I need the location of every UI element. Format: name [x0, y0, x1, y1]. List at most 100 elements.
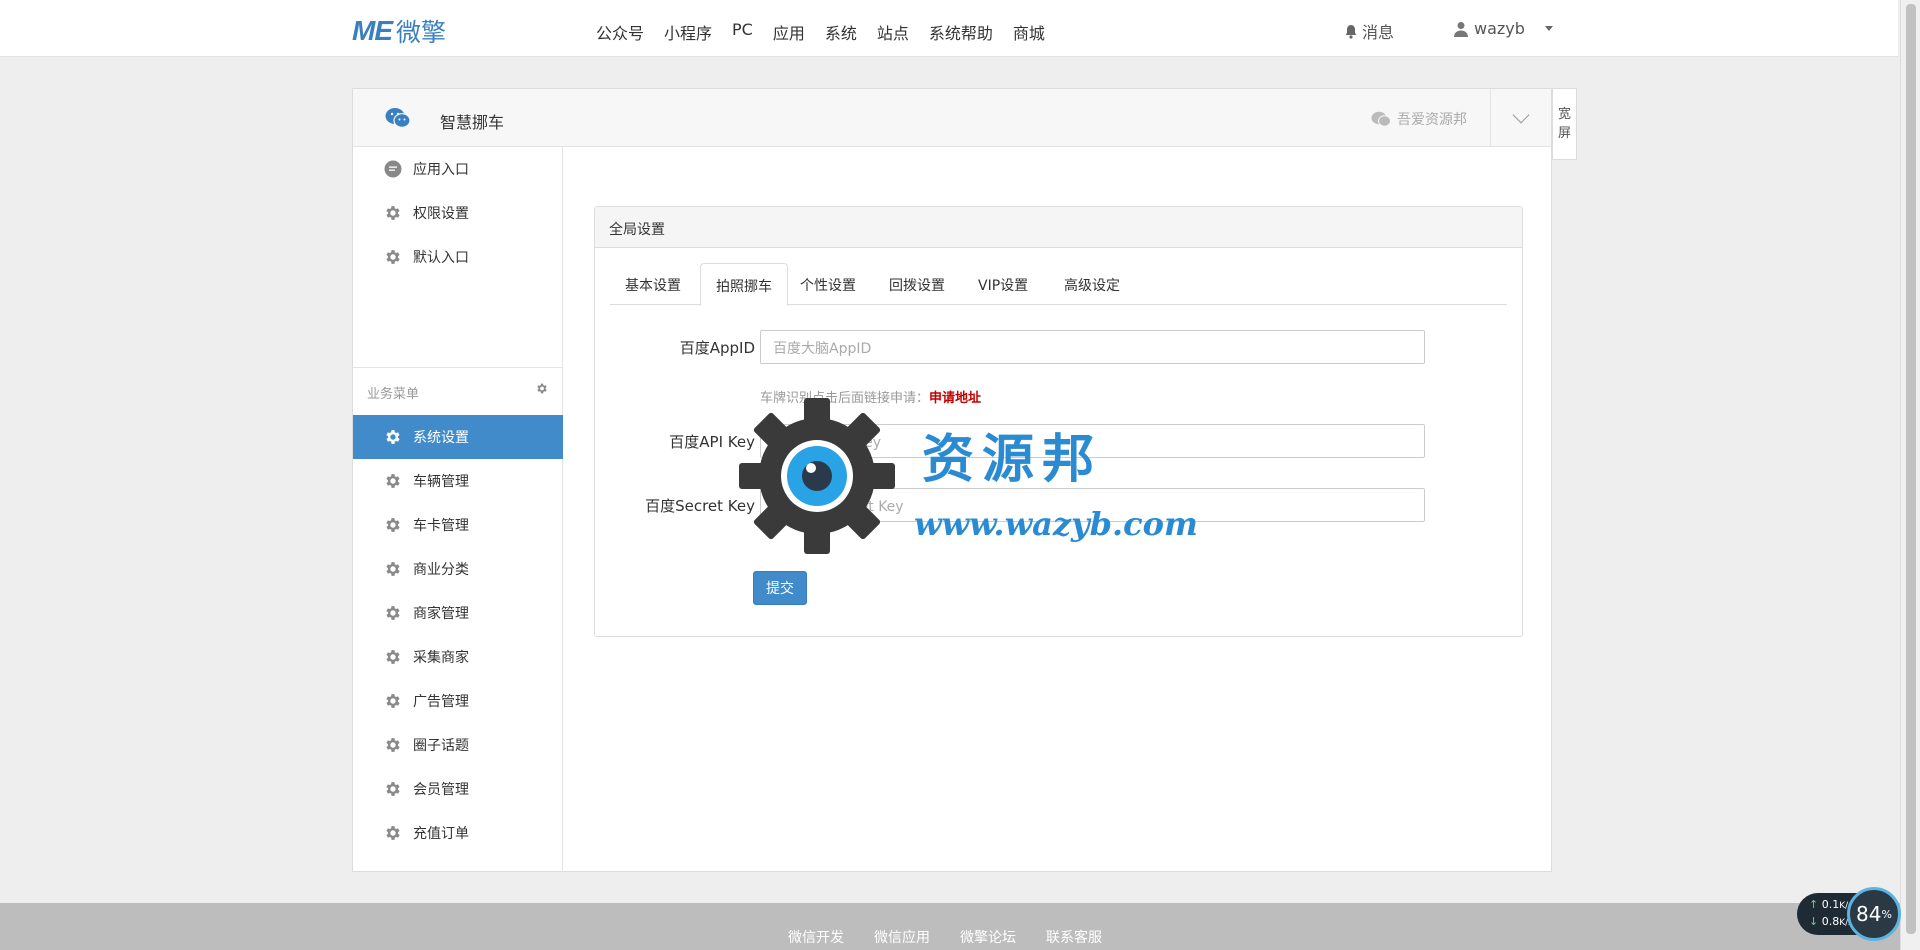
- watermark-title: 资源邦: [922, 429, 1103, 490]
- scrollbar-thumb[interactable]: [1906, 4, 1916, 934]
- sidebar-item-label: 广告管理: [413, 694, 469, 710]
- sidebar-item-default-entry[interactable]: 默认入口: [353, 235, 563, 279]
- gear-icon: [383, 603, 403, 623]
- appid-label: 百度AppID: [679, 339, 755, 357]
- gear-icon: [383, 647, 403, 667]
- sidebar-item-label: 系统设置: [413, 430, 469, 446]
- gear-icon: [383, 515, 403, 535]
- wechat-account-icon: [1371, 111, 1391, 127]
- page-scrollbar[interactable]: [1900, 0, 1920, 950]
- account-switcher[interactable]: 吾爱资源邦: [1371, 109, 1467, 129]
- footer-links: 微信开发 微信应用 微擎论坛 联系客服: [788, 927, 1102, 947]
- chevron-down-icon: [1544, 26, 1553, 31]
- sidebar-divider: [353, 367, 563, 368]
- messages-label: 消息: [1362, 23, 1395, 42]
- menu-item-apps[interactable]: 应用: [773, 20, 805, 44]
- sidebar-item-ads[interactable]: 广告管理: [353, 679, 563, 723]
- upload-speed: ↑ 0.1K/s: [1809, 898, 1853, 911]
- footer-link-dev[interactable]: 微信开发: [788, 927, 844, 947]
- sidebar-item-label: 默认入口: [413, 250, 469, 266]
- footer-link-apps[interactable]: 微信应用: [874, 927, 930, 947]
- sidebar-group-title: 业务菜单: [367, 387, 420, 402]
- sidebar-item-label: 充值订单: [413, 826, 469, 842]
- chevron-down-icon: [1512, 106, 1530, 124]
- menu-item-pc[interactable]: PC: [732, 20, 753, 44]
- bell-icon: [1345, 24, 1357, 39]
- sidebar-item-label: 圈子话题: [413, 738, 469, 754]
- sidebar-item-recharge-orders[interactable]: 充值订单: [353, 811, 563, 855]
- sidebar-item-label: 商业分类: [413, 562, 469, 578]
- sidebar-item-topics[interactable]: 圈子话题: [353, 723, 563, 767]
- sidebar-item-cards[interactable]: 车卡管理: [353, 503, 563, 547]
- api-key-label: 百度API Key: [669, 433, 755, 451]
- gear-icon: [383, 247, 403, 267]
- sidebar-item-app-entry[interactable]: 应用入口: [353, 147, 563, 191]
- sidebar-item-label: 车辆管理: [413, 474, 469, 490]
- wide-screen-label-2: 屏: [1557, 126, 1571, 141]
- submit-button[interactable]: 提交: [753, 571, 807, 605]
- gear-icon: [383, 471, 403, 491]
- top-navbar: ME 微擎 公众号 小程序 PC 应用 系统 站点 系统帮助 商城 消息 waz…: [0, 0, 1898, 57]
- logo-text: 微擎: [396, 18, 447, 47]
- footer-link-forum[interactable]: 微擎论坛: [960, 927, 1016, 947]
- wide-screen-button[interactable]: 宽 屏: [1552, 88, 1577, 160]
- settings-tabs: 基本设置 拍照挪车 个性设置 回拨设置 VIP设置 高级设定: [610, 263, 1507, 306]
- sidebar-item-categories[interactable]: 商业分类: [353, 547, 563, 591]
- chat-bubble-icon: [383, 159, 403, 179]
- menu-item-official-account[interactable]: 公众号: [596, 20, 644, 44]
- tab-vip[interactable]: VIP设置: [963, 263, 1043, 305]
- secret-key-label: 百度Secret Key: [645, 497, 755, 515]
- gear-icon: [383, 735, 403, 755]
- messages-link[interactable]: 消息: [1344, 19, 1394, 43]
- wide-screen-label-1: 宽: [1557, 107, 1571, 122]
- sidebar-item-collect-merchants[interactable]: 采集商家: [353, 635, 563, 679]
- gear-icon: [383, 559, 403, 579]
- logo-mark: ME: [352, 15, 393, 46]
- menu-item-system[interactable]: 系统: [825, 20, 857, 44]
- gear-icon: [383, 779, 403, 799]
- card-title: 全局设置: [595, 207, 1522, 248]
- gear-icon: [383, 691, 403, 711]
- sidebar-item-vehicles[interactable]: 车辆管理: [353, 459, 563, 503]
- sidebar-item-merchants[interactable]: 商家管理: [353, 591, 563, 635]
- apply-link[interactable]: 申请地址: [929, 391, 981, 406]
- usage-percent: 84%: [1847, 887, 1901, 941]
- menu-item-store[interactable]: 商城: [1013, 20, 1045, 44]
- tab-advanced[interactable]: 高级设定: [1049, 263, 1135, 305]
- sidebar-item-label: 商家管理: [413, 606, 469, 622]
- logo[interactable]: ME 微擎: [352, 13, 446, 49]
- sidebar-item-label: 应用入口: [413, 162, 469, 178]
- watermark-gear-icon: [739, 398, 895, 554]
- gear-icon: [383, 823, 403, 843]
- menu-item-mini-program[interactable]: 小程序: [664, 20, 712, 44]
- sidebar-item-label: 权限设置: [413, 206, 469, 222]
- tab-callback[interactable]: 回拨设置: [874, 263, 960, 305]
- sidebar-item-label: 采集商家: [413, 650, 469, 666]
- appid-input[interactable]: 百度大脑AppID: [760, 330, 1425, 364]
- user-menu[interactable]: wazyb: [1454, 19, 1553, 38]
- username: wazyb: [1474, 19, 1525, 38]
- user-icon: [1454, 21, 1468, 37]
- account-name: 吾爱资源邦: [1397, 112, 1467, 128]
- menu-item-help[interactable]: 系统帮助: [929, 20, 993, 44]
- watermark-url: www.wazyb.com: [914, 505, 1198, 543]
- tab-photo-move[interactable]: 拍照挪车: [700, 263, 788, 306]
- gear-icon: [383, 427, 403, 447]
- footer-link-support[interactable]: 联系客服: [1046, 927, 1102, 947]
- menu-item-site[interactable]: 站点: [877, 20, 909, 44]
- app-name: 智慧挪车: [440, 113, 505, 132]
- tab-personal[interactable]: 个性设置: [785, 263, 871, 305]
- footer: 微信开发 微信应用 微擎论坛 联系客服: [0, 903, 1900, 950]
- panel-header: 智慧挪车 吾爱资源邦: [353, 89, 1551, 147]
- sidebar: 应用入口 权限设置 默认入口 业务菜单 系统设置 车辆管理 车卡管理 商业分类 …: [353, 147, 563, 871]
- network-speed-widget[interactable]: ↑ 0.1K/s ↓ 0.8K/s 84%: [1797, 887, 1901, 941]
- sidebar-item-label: 车卡管理: [413, 518, 469, 534]
- main-menu: 公众号 小程序 PC 应用 系统 站点 系统帮助 商城: [596, 20, 1045, 44]
- gear-icon: [383, 203, 403, 223]
- sidebar-item-members[interactable]: 会员管理: [353, 767, 563, 811]
- collapse-button[interactable]: [1490, 89, 1551, 147]
- sidebar-item-system-settings[interactable]: 系统设置: [353, 415, 563, 459]
- group-settings-gear-icon[interactable]: [535, 382, 548, 399]
- tab-basic[interactable]: 基本设置: [610, 263, 696, 305]
- sidebar-item-permissions[interactable]: 权限设置: [353, 191, 563, 235]
